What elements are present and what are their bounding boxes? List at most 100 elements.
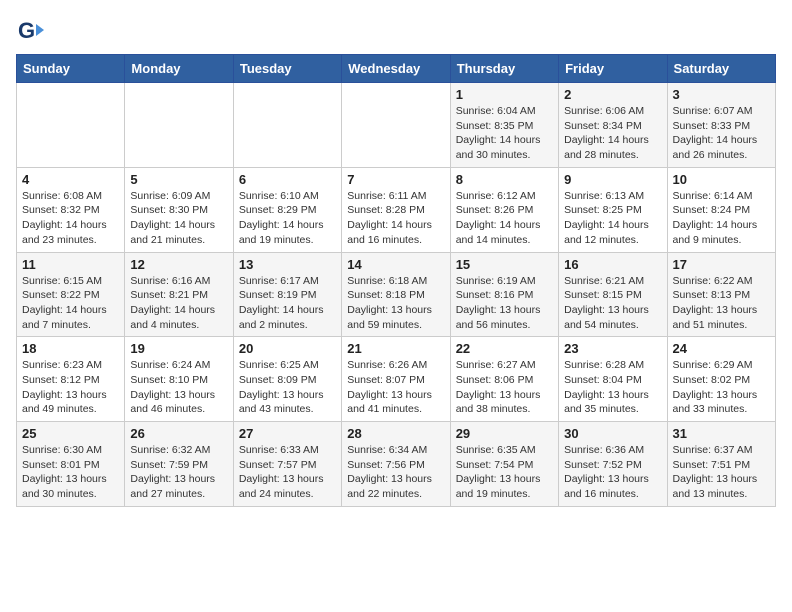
logo: G [16,16,46,44]
day-info: Sunrise: 6:34 AM Sunset: 7:56 PM Dayligh… [347,443,444,502]
day-info: Sunrise: 6:27 AM Sunset: 8:06 PM Dayligh… [456,358,553,417]
day-number: 10 [673,172,770,187]
day-number: 3 [673,87,770,102]
calendar-cell: 30 Sunrise: 6:36 AM Sunset: 7:52 PM Dayli… [559,422,667,507]
day-info: Sunrise: 6:06 AM Sunset: 8:34 PM Dayligh… [564,104,661,163]
day-number: 17 [673,257,770,272]
day-number: 4 [22,172,119,187]
day-info: Sunrise: 6:23 AM Sunset: 8:12 PM Dayligh… [22,358,119,417]
calendar-cell: 22 Sunrise: 6:27 AM Sunset: 8:06 PM Dayli… [450,337,558,422]
calendar-cell: 17Sunrise: 6:22 AM Sunset: 8:13 PM Dayli… [667,252,775,337]
calendar-table: SundayMondayTuesdayWednesdayThursdayFrid… [16,54,776,507]
day-info: Sunrise: 6:28 AM Sunset: 8:04 PM Dayligh… [564,358,661,417]
calendar-cell: 23 Sunrise: 6:28 AM Sunset: 8:04 PM Dayli… [559,337,667,422]
day-info: Sunrise: 6:14 AM Sunset: 8:24 PM Dayligh… [673,189,770,248]
day-number: 1 [456,87,553,102]
page-header: G [16,16,776,44]
calendar-cell: 28 Sunrise: 6:34 AM Sunset: 7:56 PM Dayli… [342,422,450,507]
calendar-cell: 2 Sunrise: 6:06 AM Sunset: 8:34 PM Daylig… [559,83,667,168]
calendar-cell: 26Sunrise: 6:32 AM Sunset: 7:59 PM Dayli… [125,422,233,507]
weekday-header-sunday: Sunday [17,55,125,83]
day-number: 15 [456,257,553,272]
day-number: 6 [239,172,336,187]
day-info: Sunrise: 6:26 AM Sunset: 8:07 PM Dayligh… [347,358,444,417]
day-number: 23 [564,341,661,356]
day-number: 19 [130,341,227,356]
day-number: 9 [564,172,661,187]
day-info: Sunrise: 6:18 AM Sunset: 8:18 PM Dayligh… [347,274,444,333]
day-number: 22 [456,341,553,356]
day-number: 7 [347,172,444,187]
day-info: Sunrise: 6:10 AM Sunset: 8:29 PM Dayligh… [239,189,336,248]
calendar-cell: 12Sunrise: 6:16 AM Sunset: 8:21 PM Dayli… [125,252,233,337]
calendar-cell: 24 Sunrise: 6:29 AM Sunset: 8:02 PM Dayli… [667,337,775,422]
calendar-cell: 16 Sunrise: 6:21 AM Sunset: 8:15 PM Dayli… [559,252,667,337]
calendar-cell [17,83,125,168]
calendar-week-3: 11 Sunrise: 6:15 AM Sunset: 8:22 PM Dayli… [17,252,776,337]
day-number: 8 [456,172,553,187]
calendar-cell [125,83,233,168]
logo-icon: G [16,16,44,44]
day-number: 30 [564,426,661,441]
day-number: 21 [347,341,444,356]
day-info: Sunrise: 6:21 AM Sunset: 8:15 PM Dayligh… [564,274,661,333]
day-info: Sunrise: 6:29 AM Sunset: 8:02 PM Dayligh… [673,358,770,417]
calendar-cell: 25 Sunrise: 6:30 AM Sunset: 8:01 PM Dayli… [17,422,125,507]
calendar-week-5: 25 Sunrise: 6:30 AM Sunset: 8:01 PM Dayli… [17,422,776,507]
day-number: 29 [456,426,553,441]
weekday-header-saturday: Saturday [667,55,775,83]
calendar-cell: 18 Sunrise: 6:23 AM Sunset: 8:12 PM Dayli… [17,337,125,422]
day-info: Sunrise: 6:15 AM Sunset: 8:22 PM Dayligh… [22,274,119,333]
day-number: 20 [239,341,336,356]
day-info: Sunrise: 6:11 AM Sunset: 8:28 PM Dayligh… [347,189,444,248]
calendar-cell: 31 Sunrise: 6:37 AM Sunset: 7:51 PM Dayli… [667,422,775,507]
calendar-week-1: 1 Sunrise: 6:04 AM Sunset: 8:35 PM Daylig… [17,83,776,168]
calendar-cell: 7 Sunrise: 6:11 AM Sunset: 8:28 PM Daylig… [342,167,450,252]
day-number: 2 [564,87,661,102]
calendar-cell: 27 Sunrise: 6:33 AM Sunset: 7:57 PM Dayli… [233,422,341,507]
day-info: Sunrise: 6:36 AM Sunset: 7:52 PM Dayligh… [564,443,661,502]
day-info: Sunrise: 6:33 AM Sunset: 7:57 PM Dayligh… [239,443,336,502]
day-number: 26 [130,426,227,441]
day-info: Sunrise: 6:25 AM Sunset: 8:09 PM Dayligh… [239,358,336,417]
calendar-cell: 15 Sunrise: 6:19 AM Sunset: 8:16 PM Dayli… [450,252,558,337]
calendar-cell: 10 Sunrise: 6:14 AM Sunset: 8:24 PM Dayli… [667,167,775,252]
weekday-header-friday: Friday [559,55,667,83]
weekday-header-thursday: Thursday [450,55,558,83]
calendar-week-4: 18 Sunrise: 6:23 AM Sunset: 8:12 PM Dayli… [17,337,776,422]
calendar-week-2: 4 Sunrise: 6:08 AM Sunset: 8:32 PM Daylig… [17,167,776,252]
weekday-header-monday: Monday [125,55,233,83]
calendar-cell: 5Sunrise: 6:09 AM Sunset: 8:30 PM Daylig… [125,167,233,252]
calendar-cell: 11 Sunrise: 6:15 AM Sunset: 8:22 PM Dayli… [17,252,125,337]
day-number: 11 [22,257,119,272]
calendar-cell: 4 Sunrise: 6:08 AM Sunset: 8:32 PM Daylig… [17,167,125,252]
calendar-cell: 8 Sunrise: 6:12 AM Sunset: 8:26 PM Daylig… [450,167,558,252]
day-info: Sunrise: 6:08 AM Sunset: 8:32 PM Dayligh… [22,189,119,248]
day-number: 24 [673,341,770,356]
day-info: Sunrise: 6:09 AM Sunset: 8:30 PM Dayligh… [130,189,227,248]
day-info: Sunrise: 6:30 AM Sunset: 8:01 PM Dayligh… [22,443,119,502]
calendar-cell: 14 Sunrise: 6:18 AM Sunset: 8:18 PM Dayli… [342,252,450,337]
day-info: Sunrise: 6:12 AM Sunset: 8:26 PM Dayligh… [456,189,553,248]
weekday-header-row: SundayMondayTuesdayWednesdayThursdayFrid… [17,55,776,83]
calendar-cell [342,83,450,168]
calendar-cell: 20 Sunrise: 6:25 AM Sunset: 8:09 PM Dayli… [233,337,341,422]
day-number: 18 [22,341,119,356]
calendar-cell: 19 Sunrise: 6:24 AM Sunset: 8:10 PM Dayli… [125,337,233,422]
calendar-cell: 21 Sunrise: 6:26 AM Sunset: 8:07 PM Dayli… [342,337,450,422]
calendar-cell: 6 Sunrise: 6:10 AM Sunset: 8:29 PM Daylig… [233,167,341,252]
day-number: 12 [130,257,227,272]
day-info: Sunrise: 6:24 AM Sunset: 8:10 PM Dayligh… [130,358,227,417]
calendar-body: 1 Sunrise: 6:04 AM Sunset: 8:35 PM Daylig… [17,83,776,507]
calendar-cell: 1 Sunrise: 6:04 AM Sunset: 8:35 PM Daylig… [450,83,558,168]
day-number: 27 [239,426,336,441]
day-number: 25 [22,426,119,441]
day-info: Sunrise: 6:19 AM Sunset: 8:16 PM Dayligh… [456,274,553,333]
day-number: 16 [564,257,661,272]
day-info: Sunrise: 6:04 AM Sunset: 8:35 PM Dayligh… [456,104,553,163]
day-number: 31 [673,426,770,441]
day-info: Sunrise: 6:37 AM Sunset: 7:51 PM Dayligh… [673,443,770,502]
day-number: 14 [347,257,444,272]
day-number: 28 [347,426,444,441]
weekday-header-wednesday: Wednesday [342,55,450,83]
